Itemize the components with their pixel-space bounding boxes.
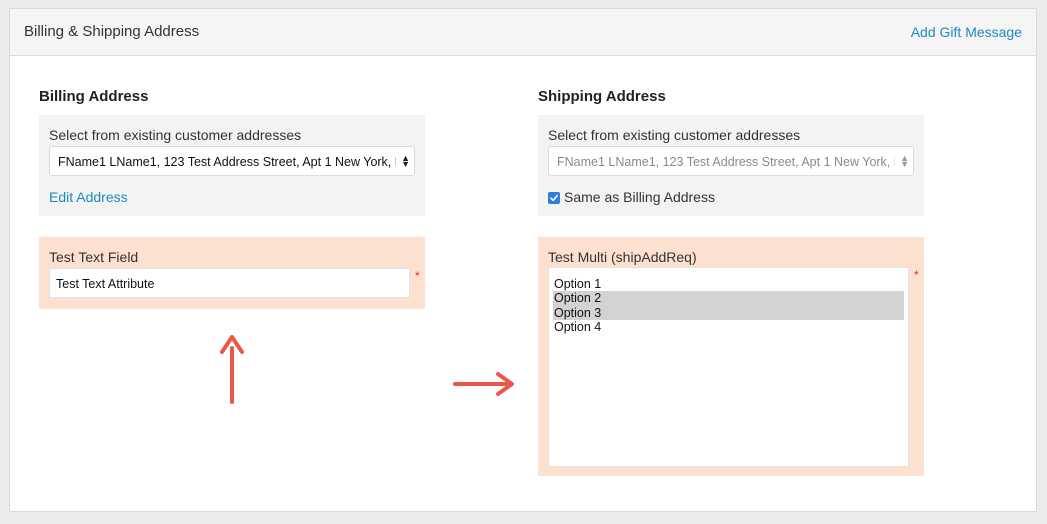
same-as-billing-label: Same as Billing Address — [564, 189, 715, 205]
select-caret-icon: ▲ ▼ — [401, 153, 410, 169]
required-marker: * — [914, 268, 919, 282]
multi-option-3[interactable]: Option 3 — [553, 306, 904, 320]
multi-option-4[interactable]: Option 4 — [553, 320, 904, 334]
shipping-address-select[interactable]: FName1 LName1, 123 Test Address Street, … — [548, 146, 914, 176]
billing-address-select-value: FName1 LName1, 123 Test Address Street, … — [58, 155, 396, 169]
multi-option-2[interactable]: Option 2 — [553, 291, 904, 306]
billing-custom-field-box: Test Text Field Test Text Attribute * — [39, 237, 425, 309]
select-caret-icon: ▲ ▼ — [900, 153, 909, 169]
test-multi-select[interactable]: Option 1 Option 2 Option 3 Option 4 — [548, 267, 909, 467]
shipping-address-title: Shipping Address — [538, 88, 666, 105]
test-multi-label: Test Multi (shipAddReq) — [548, 249, 697, 265]
test-text-field-input[interactable]: Test Text Attribute — [49, 268, 410, 298]
multi-option-1[interactable]: Option 1 — [553, 277, 904, 291]
add-gift-message-link[interactable]: Add Gift Message — [911, 24, 1022, 40]
edit-address-link[interactable]: Edit Address — [49, 189, 128, 205]
required-marker: * — [415, 269, 420, 283]
arrow-up-icon — [220, 335, 244, 404]
shipping-address-select-value: FName1 LName1, 123 Test Address Street, … — [557, 155, 895, 169]
checkmark-icon — [550, 194, 558, 202]
panel-title: Billing & Shipping Address — [24, 23, 200, 40]
panel-header: Billing & Shipping Address Add Gift Mess… — [10, 9, 1036, 56]
shipping-select-label: Select from existing customer addresses — [548, 127, 801, 143]
shipping-address-box: Select from existing customer addresses … — [538, 115, 924, 216]
billing-address-box: Select from existing customer addresses … — [39, 115, 425, 216]
shipping-custom-field-box: Test Multi (shipAddReq) Option 1 Option … — [538, 237, 924, 476]
arrow-right-icon — [453, 372, 514, 396]
billing-address-select[interactable]: FName1 LName1, 123 Test Address Street, … — [49, 146, 415, 176]
billing-select-label: Select from existing customer addresses — [49, 127, 302, 143]
same-as-billing-checkbox[interactable] — [548, 192, 560, 204]
billing-address-title: Billing Address — [39, 88, 149, 105]
test-text-field-label: Test Text Field — [49, 249, 139, 265]
